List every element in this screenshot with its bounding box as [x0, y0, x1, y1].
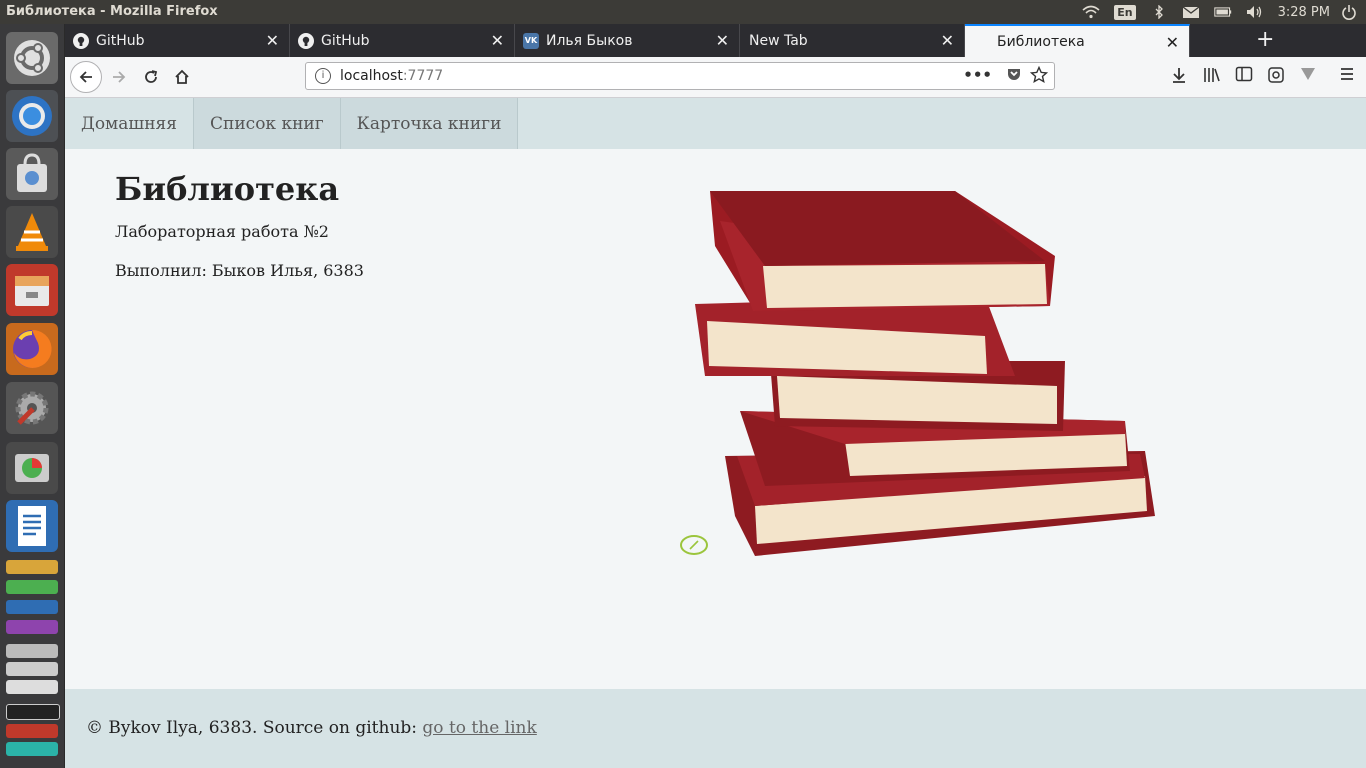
tab-close-icon[interactable]: ✕: [491, 31, 504, 50]
home-button[interactable]: [168, 63, 196, 91]
launcher-stack-item[interactable]: [6, 724, 58, 738]
tab-label: Илья Быков: [546, 32, 633, 49]
clock-watermark-icon: [680, 535, 708, 555]
site-navigation: Домашняя Список книг Карточка книги: [65, 98, 1366, 149]
tab-close-icon[interactable]: ✕: [266, 31, 279, 50]
footer: © Bykov Ilya, 6383. Source on github: go…: [65, 689, 1366, 768]
author-text: Выполнил: Быков Илья, 6383: [115, 261, 364, 280]
chromium-icon[interactable]: [6, 90, 58, 142]
disk-usage-icon[interactable]: [6, 442, 58, 494]
launcher-stack-item[interactable]: [6, 742, 58, 756]
downloads-icon[interactable]: [1171, 66, 1187, 88]
top-panel: Библиотека - Mozilla Firefox En 3:28 PM: [0, 0, 1366, 24]
vlc-icon[interactable]: [6, 206, 58, 258]
launcher-stack-item[interactable]: [6, 560, 58, 574]
ubuntu-dash-icon[interactable]: [6, 32, 58, 84]
tab-vk-profile[interactable]: VK Илья Быков ✕: [515, 24, 740, 57]
launcher-stack-item[interactable]: [6, 620, 58, 634]
libreoffice-writer-icon[interactable]: [6, 500, 58, 552]
tab-github-1[interactable]: GitHub ✕: [65, 24, 290, 57]
tab-strip: GitHub ✕ GitHub ✕ VK Илья Быков ✕ New Ta…: [65, 24, 1366, 57]
bookmark-star-icon[interactable]: [1029, 65, 1049, 88]
github-icon: [73, 32, 89, 49]
extension-icon[interactable]: [1299, 66, 1317, 86]
github-icon: [298, 32, 314, 49]
books-illustration: [695, 191, 1155, 556]
tab-close-icon[interactable]: ✕: [941, 31, 954, 50]
power-icon[interactable]: [1340, 5, 1358, 20]
window-title: Библиотека - Mozilla Firefox: [6, 4, 218, 19]
launcher-stack-item[interactable]: [6, 580, 58, 594]
wifi-icon[interactable]: [1082, 5, 1100, 19]
page-actions-icon[interactable]: •••: [963, 66, 992, 84]
launcher-stack-item[interactable]: [6, 662, 58, 676]
nav-book-list[interactable]: Список книг: [194, 98, 341, 149]
menu-icon[interactable]: [1339, 66, 1355, 86]
tab-new-tab[interactable]: New Tab ✕: [740, 24, 965, 57]
tab-github-2[interactable]: GitHub ✕: [290, 24, 515, 57]
forward-button[interactable]: [105, 63, 133, 91]
launcher: [0, 24, 65, 768]
firefox-icon[interactable]: [6, 323, 58, 375]
tab-close-icon[interactable]: ✕: [716, 31, 729, 50]
file-manager-icon[interactable]: [6, 264, 58, 316]
url-text[interactable]: localhost:7777: [340, 68, 443, 84]
clock[interactable]: 3:28 PM: [1278, 5, 1330, 20]
bluetooth-icon[interactable]: [1150, 5, 1168, 19]
tab-label: Библиотека: [997, 33, 1085, 50]
site-info-icon[interactable]: i: [315, 68, 331, 84]
tab-label: New Tab: [749, 32, 808, 49]
tab-close-icon[interactable]: ✕: [1166, 33, 1179, 52]
nav-book-card[interactable]: Карточка книги: [340, 98, 519, 149]
software-center-icon[interactable]: [6, 148, 58, 200]
library-icon[interactable]: [1203, 66, 1221, 88]
launcher-stack-item[interactable]: [6, 644, 58, 658]
battery-icon[interactable]: [1213, 5, 1232, 19]
launcher-stack-item[interactable]: [6, 680, 58, 694]
github-source-link[interactable]: go to the link: [422, 718, 536, 738]
page-title: Библиотека: [115, 170, 340, 208]
screenshot-icon[interactable]: [1267, 66, 1285, 88]
system-settings-icon[interactable]: [6, 382, 58, 434]
new-tab-button[interactable]: +: [1256, 27, 1274, 52]
vk-icon: VK: [523, 32, 539, 49]
pocket-icon[interactable]: [1006, 66, 1022, 86]
navigation-toolbar: i localhost:7777 •••: [65, 57, 1366, 98]
sidebar-icon[interactable]: [1235, 66, 1253, 86]
footer-text: © Bykov Ilya, 6383. Source on github: go…: [86, 718, 537, 738]
tab-library[interactable]: Библиотека ✕: [965, 24, 1190, 57]
page-content: Домашняя Список книг Карточка книги Библ…: [65, 98, 1366, 768]
lab-subtitle: Лабораторная работа №2: [115, 222, 329, 241]
launcher-stack-item[interactable]: [6, 704, 60, 720]
keyboard-layout-indicator[interactable]: En: [1114, 4, 1136, 20]
mail-icon[interactable]: [1182, 5, 1200, 19]
reload-button[interactable]: [137, 63, 165, 91]
volume-icon[interactable]: [1246, 5, 1264, 19]
system-tray: En 3:28 PM: [1082, 0, 1366, 24]
tab-label: GitHub: [96, 32, 145, 49]
nav-home[interactable]: Домашняя: [65, 98, 194, 149]
url-bar[interactable]: i localhost:7777 •••: [305, 62, 1055, 90]
launcher-stack-item[interactable]: [6, 600, 58, 614]
back-button[interactable]: [70, 61, 102, 93]
tab-label: GitHub: [321, 32, 370, 49]
